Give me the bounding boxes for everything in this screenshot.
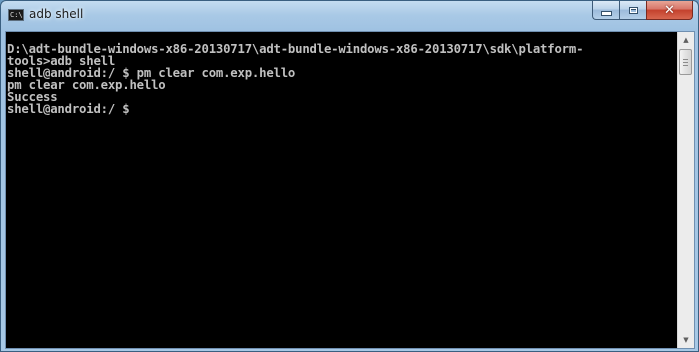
minimize-icon <box>600 11 612 16</box>
console-output[interactable]: D:\adt-bundle-windows-x86-20130717\adt-b… <box>6 32 678 348</box>
close-icon: ✕ <box>664 2 675 18</box>
scroll-up-arrow-icon[interactable]: ▲ <box>678 32 694 48</box>
close-button[interactable]: ✕ <box>646 1 693 20</box>
thumb-grip-line <box>683 65 688 66</box>
scrollbar-thumb[interactable] <box>679 49 692 75</box>
minimize-button[interactable] <box>592 1 619 20</box>
cmd-icon[interactable]: C:\ <box>8 9 24 21</box>
caption-buttons: ✕ <box>592 1 693 20</box>
console-frame: D:\adt-bundle-windows-x86-20130717\adt-b… <box>5 31 695 349</box>
console-window: C:\ adb shell ✕ D:\adt-bundle-windows-x8… <box>0 0 699 352</box>
maximize-icon <box>628 6 638 14</box>
vertical-scrollbar[interactable]: ▲ ▼ <box>677 32 694 348</box>
thumb-grip-line <box>683 59 688 60</box>
title-bar[interactable]: C:\ adb shell ✕ <box>1 1 698 31</box>
scroll-down-arrow-icon[interactable]: ▼ <box>678 332 694 348</box>
console-prompt-line[interactable]: shell@android:/ $ <box>7 103 678 115</box>
window-title: adb shell <box>29 7 84 21</box>
thumb-grip-line <box>683 62 688 63</box>
console-line: pm clear com.exp.hello <box>7 78 166 92</box>
maximize-button[interactable] <box>619 1 646 20</box>
